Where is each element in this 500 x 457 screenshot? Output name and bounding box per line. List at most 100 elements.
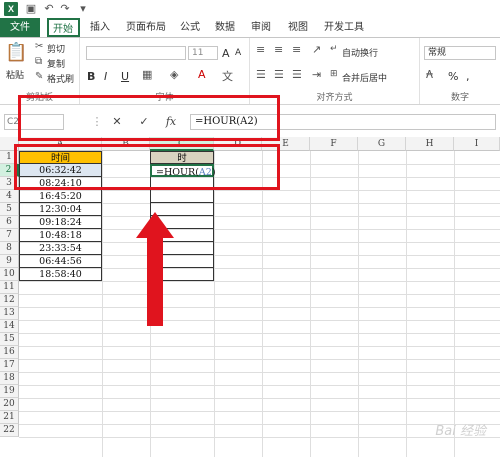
- ribbon-tabs: 文件 开始 插入 页面布局 公式 数据 审阅 视图 开发工具: [0, 18, 500, 37]
- tab-view[interactable]: 视图: [284, 18, 312, 37]
- row-header-4[interactable]: 4: [0, 190, 19, 203]
- gridline: [19, 372, 500, 373]
- underline-button[interactable]: U: [121, 70, 129, 83]
- comma-button[interactable]: ,: [466, 70, 470, 83]
- excel-logo-icon: X: [4, 2, 18, 16]
- undo-icon[interactable]: ↶: [42, 2, 56, 16]
- scissors-icon: ✂: [35, 41, 44, 52]
- cell-a8[interactable]: 23:33:54: [19, 242, 102, 255]
- paste-icon[interactable]: 📋: [5, 42, 27, 63]
- align-right-icon[interactable]: ☰: [292, 68, 302, 81]
- tab-insert[interactable]: 插入: [86, 18, 114, 37]
- column-header-h[interactable]: H: [406, 137, 454, 151]
- column-header-i[interactable]: I: [454, 137, 500, 151]
- format-painter-icon: ✎: [35, 71, 44, 82]
- annotation-arrow-head: [136, 212, 174, 238]
- row-header-11[interactable]: 11: [0, 281, 19, 294]
- row-header-12[interactable]: 12: [0, 294, 19, 307]
- tab-data[interactable]: 数据: [211, 18, 239, 37]
- increase-font-icon[interactable]: A: [222, 47, 230, 60]
- number-group: 常规 ₳ % , 数字: [420, 38, 500, 104]
- gridline: [19, 281, 500, 282]
- cell-a4[interactable]: 16:45:20: [19, 190, 102, 203]
- row-header-22[interactable]: 22: [0, 424, 19, 437]
- row-header-7[interactable]: 7: [0, 229, 19, 242]
- row-header-15[interactable]: 15: [0, 333, 19, 346]
- tab-file[interactable]: 文件: [0, 18, 40, 37]
- align-bottom-icon[interactable]: ≡: [292, 43, 301, 56]
- gridline: [19, 385, 500, 386]
- merge-center-icon: ⊞: [330, 69, 338, 79]
- customize-icon[interactable]: ▾: [76, 2, 90, 16]
- copy-button[interactable]: 复制: [47, 57, 65, 70]
- bold-button[interactable]: B: [87, 70, 95, 83]
- row-header-21[interactable]: 21: [0, 411, 19, 424]
- number-group-label: 数字: [450, 93, 469, 103]
- row-header-6[interactable]: 6: [0, 216, 19, 229]
- annotation-box-cells: [14, 144, 280, 190]
- quick-access-toolbar: X ▣ ↶ ↷ ▾: [0, 0, 500, 18]
- column-header-g[interactable]: G: [358, 137, 406, 151]
- indent-icon[interactable]: ⇥: [312, 68, 321, 81]
- font-color-icon[interactable]: A: [198, 68, 206, 81]
- align-middle-icon[interactable]: ≡: [274, 43, 283, 56]
- font-name-dropdown[interactable]: [86, 46, 186, 60]
- gridline: [19, 333, 500, 334]
- watermark-logo: Bai 经验: [435, 424, 486, 439]
- tab-formulas[interactable]: 公式: [176, 18, 204, 37]
- border-icon[interactable]: ▦: [142, 68, 152, 81]
- row-header-19[interactable]: 19: [0, 385, 19, 398]
- tab-page-layout[interactable]: 页面布局: [120, 18, 172, 37]
- paste-button[interactable]: 粘贴: [6, 68, 24, 81]
- tab-developer[interactable]: 开发工具: [318, 18, 370, 37]
- percent-button[interactable]: %: [448, 70, 458, 83]
- row-header-10[interactable]: 10: [0, 268, 19, 281]
- italic-button[interactable]: I: [104, 70, 107, 83]
- gridline: [19, 398, 500, 399]
- merge-center-button[interactable]: 合并后居中: [342, 71, 387, 84]
- orientation-icon[interactable]: ↗: [312, 43, 321, 56]
- cell-a6[interactable]: 09:18:24: [19, 216, 102, 229]
- annotation-arrow-shaft: [147, 236, 163, 326]
- gridline: [19, 359, 500, 360]
- gridline: [19, 307, 500, 308]
- copy-icon: ⧉: [35, 56, 43, 67]
- format-painter-button[interactable]: 格式刷: [47, 72, 74, 85]
- row-header-18[interactable]: 18: [0, 372, 19, 385]
- gridline: [19, 346, 500, 347]
- wrap-text-button[interactable]: 自动换行: [342, 46, 378, 59]
- gridline: [19, 411, 500, 412]
- row-header-5[interactable]: 5: [0, 203, 19, 216]
- tab-home[interactable]: 开始: [47, 18, 80, 37]
- phonetic-icon[interactable]: 文: [222, 68, 233, 84]
- row-header-13[interactable]: 13: [0, 307, 19, 320]
- column-header-f[interactable]: F: [310, 137, 358, 151]
- row-header-8[interactable]: 8: [0, 242, 19, 255]
- align-top-icon[interactable]: ≡: [256, 43, 265, 56]
- number-format-dropdown[interactable]: 常规: [424, 46, 496, 60]
- gridline: [19, 320, 500, 321]
- tab-review[interactable]: 审阅: [247, 18, 275, 37]
- save-icon[interactable]: ▣: [24, 2, 38, 16]
- redo-icon[interactable]: ↷: [58, 2, 72, 16]
- row-header-16[interactable]: 16: [0, 346, 19, 359]
- cell-a9[interactable]: 06:44:56: [19, 255, 102, 268]
- font-size-dropdown[interactable]: 11: [188, 46, 218, 60]
- cell-a7[interactable]: 10:48:18: [19, 229, 102, 242]
- row-header-20[interactable]: 20: [0, 398, 19, 411]
- cut-button[interactable]: 剪切: [47, 42, 65, 55]
- cell-c4[interactable]: [150, 190, 214, 203]
- gridline: [19, 424, 500, 425]
- row-header-9[interactable]: 9: [0, 255, 19, 268]
- wrap-text-icon: ↵: [330, 44, 338, 54]
- cell-a10[interactable]: 18:58:40: [19, 268, 102, 281]
- gridline: [19, 437, 500, 438]
- row-header-17[interactable]: 17: [0, 359, 19, 372]
- fill-color-icon[interactable]: ◈: [170, 68, 178, 81]
- decrease-font-icon[interactable]: A: [235, 48, 241, 58]
- align-left-icon[interactable]: ☰: [256, 68, 266, 81]
- currency-icon[interactable]: ₳: [426, 68, 433, 81]
- align-center-icon[interactable]: ☰: [274, 68, 284, 81]
- cell-a5[interactable]: 12:30:04: [19, 203, 102, 216]
- row-header-14[interactable]: 14: [0, 320, 19, 333]
